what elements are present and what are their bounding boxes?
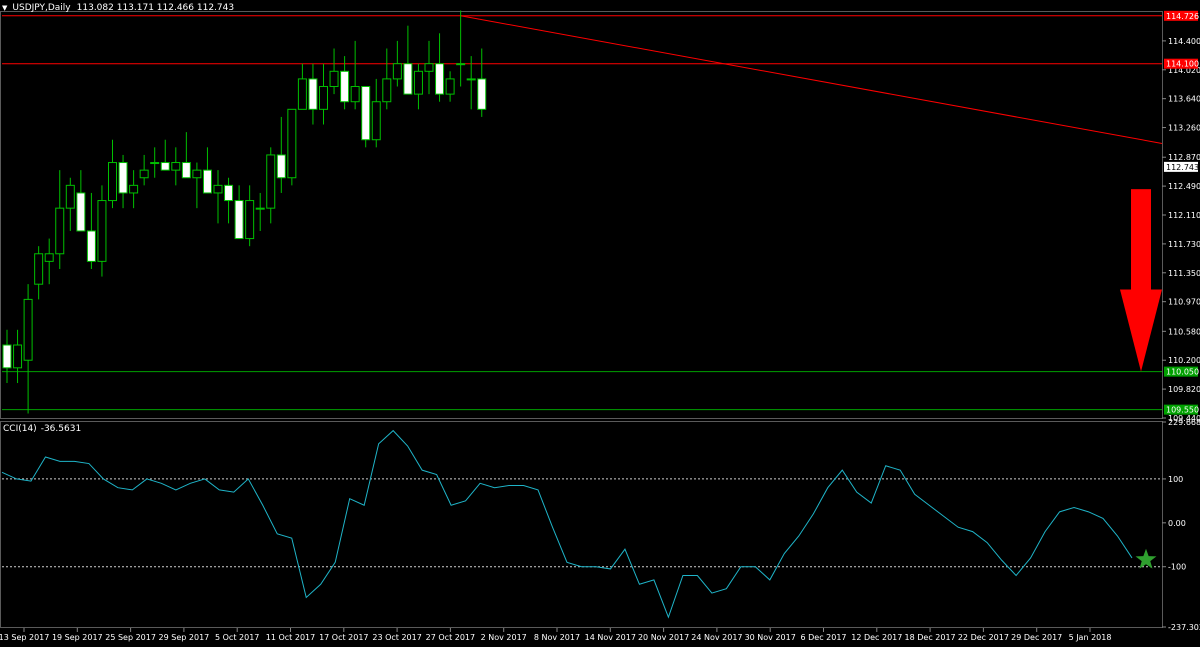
x-tick-label: 11 Oct 2017 [266, 633, 315, 642]
bullish-candle [44, 253, 54, 262]
y-tick-label: 110.970 [1168, 298, 1200, 307]
bullish-candle [55, 207, 65, 255]
bullish-candle [445, 78, 455, 95]
bullish-candle [97, 200, 107, 262]
level-price-label: 110.050 [1166, 368, 1199, 377]
y-tick-label: 112.870 [1168, 153, 1200, 162]
x-tick-label: 23 Oct 2017 [372, 633, 421, 642]
indicator-label: CCI(14) -36.5631 [3, 424, 85, 435]
x-tick-label: 25 Sep 2017 [105, 633, 156, 642]
bullish-candle [350, 86, 360, 103]
bearish-candle [202, 169, 212, 194]
x-tick-label: 6 Dec 2017 [800, 633, 846, 642]
bullish-candle [255, 207, 265, 210]
bullish-candle [23, 298, 33, 361]
bearish-candle [234, 200, 244, 240]
y-tick-label: 112.110 [1168, 211, 1200, 220]
bullish-candle [65, 184, 75, 209]
collapse-triangle-icon[interactable]: ▼ [2, 3, 7, 14]
cci-y-tick-label: 229.6689 [1168, 418, 1200, 427]
bearish-candle [308, 78, 318, 110]
bullish-candle [466, 78, 476, 81]
bearish-candle [224, 184, 234, 202]
last-price-label: 112.743 [1166, 163, 1199, 172]
bearish-candle [403, 63, 413, 95]
x-tick-label: 8 Nov 2017 [534, 633, 580, 642]
y-tick-label: 113.260 [1168, 124, 1200, 133]
price-chart: 114.400114.020113.640113.260112.870112.4… [0, 0, 1200, 647]
x-tick-label: 20 Nov 2017 [638, 633, 689, 642]
bullish-candle [297, 78, 307, 110]
bullish-candle [287, 108, 297, 179]
bullish-candle [129, 184, 139, 194]
x-tick-label: 12 Dec 2017 [851, 633, 902, 642]
ohlc-readout: 113.082 113.171 112.466 112.743 [76, 3, 235, 13]
x-tick-label: 18 Dec 2017 [905, 633, 956, 642]
bearish-candle [361, 86, 371, 141]
x-tick-label: 30 Nov 2017 [745, 633, 796, 642]
level-price-label: 114.726 [1166, 12, 1199, 21]
y-tick-label: 110.580 [1168, 327, 1200, 336]
bullish-candle [392, 63, 402, 80]
bullish-candle [150, 162, 160, 165]
x-tick-label: 2 Nov 2017 [481, 633, 527, 642]
cci-y-tick-label: -237.3028 [1168, 623, 1200, 632]
bullish-candle [413, 70, 423, 95]
cci-y-tick-label: -100 [1168, 563, 1186, 572]
y-tick-label: 113.640 [1168, 95, 1200, 104]
bearish-candle [86, 230, 96, 262]
x-tick-label: 29 Sep 2017 [159, 633, 210, 642]
bearish-candle [76, 192, 86, 232]
y-tick-label: 111.350 [1168, 269, 1200, 278]
x-tick-label: 19 Sep 2017 [52, 633, 103, 642]
level-price-label: 109.550 [1166, 406, 1199, 415]
bullish-candle [266, 154, 276, 209]
indicator-name: CCI(14) [3, 424, 37, 434]
bullish-candle [456, 63, 466, 66]
bullish-candle [213, 184, 223, 194]
bearish-candle [435, 63, 445, 95]
bullish-candle [329, 70, 339, 88]
x-tick-label: 24 Nov 2017 [691, 633, 742, 642]
bullish-candle [319, 86, 328, 110]
bullish-candle [371, 101, 381, 141]
y-tick-label: 111.730 [1168, 240, 1200, 249]
bullish-candle [34, 253, 44, 285]
bullish-candle [192, 169, 202, 179]
indicator-value: -36.5631 [40, 424, 82, 434]
x-tick-label: 27 Oct 2017 [426, 633, 475, 642]
level-price-label: 114.100 [1166, 60, 1199, 69]
y-tick-label: 110.200 [1168, 356, 1200, 365]
x-tick-label: 13 Sep 2017 [0, 633, 49, 642]
down-arrow-shaft [1131, 189, 1151, 290]
symbol-label: USDJPY,Daily [12, 3, 71, 13]
cci-y-tick-label: 0.00 [1168, 519, 1186, 528]
x-tick-label: 29 Dec 2017 [1011, 633, 1062, 642]
chart-background [0, 0, 1200, 647]
bullish-candle [424, 63, 434, 72]
bearish-candle [2, 344, 12, 369]
x-tick-label: 5 Jan 2018 [1069, 633, 1112, 642]
bearish-candle [160, 162, 170, 171]
y-tick-label: 109.820 [1168, 385, 1200, 394]
bullish-candle [108, 162, 117, 202]
bearish-candle [181, 162, 191, 179]
y-tick-label: 112.490 [1168, 182, 1200, 191]
bearish-candle [118, 162, 128, 194]
bullish-candle [382, 78, 392, 103]
x-tick-label: 22 Dec 2017 [958, 633, 1009, 642]
bearish-candle [340, 70, 350, 103]
x-tick-label: 14 Nov 2017 [585, 633, 636, 642]
chart-header: ▼ USDJPY,Daily 113.082 113.171 112.466 112… [2, 3, 234, 14]
bearish-candle [477, 78, 487, 110]
y-tick-label: 114.400 [1168, 37, 1200, 46]
x-tick-label: 5 Oct 2017 [215, 633, 259, 642]
bullish-candle [245, 200, 255, 240]
x-tick-label: 17 Oct 2017 [319, 633, 368, 642]
bullish-candle [171, 162, 181, 171]
bullish-candle [139, 169, 149, 179]
bearish-candle [276, 154, 286, 179]
bullish-candle [13, 344, 23, 369]
cci-y-tick-label: 100 [1168, 475, 1183, 484]
